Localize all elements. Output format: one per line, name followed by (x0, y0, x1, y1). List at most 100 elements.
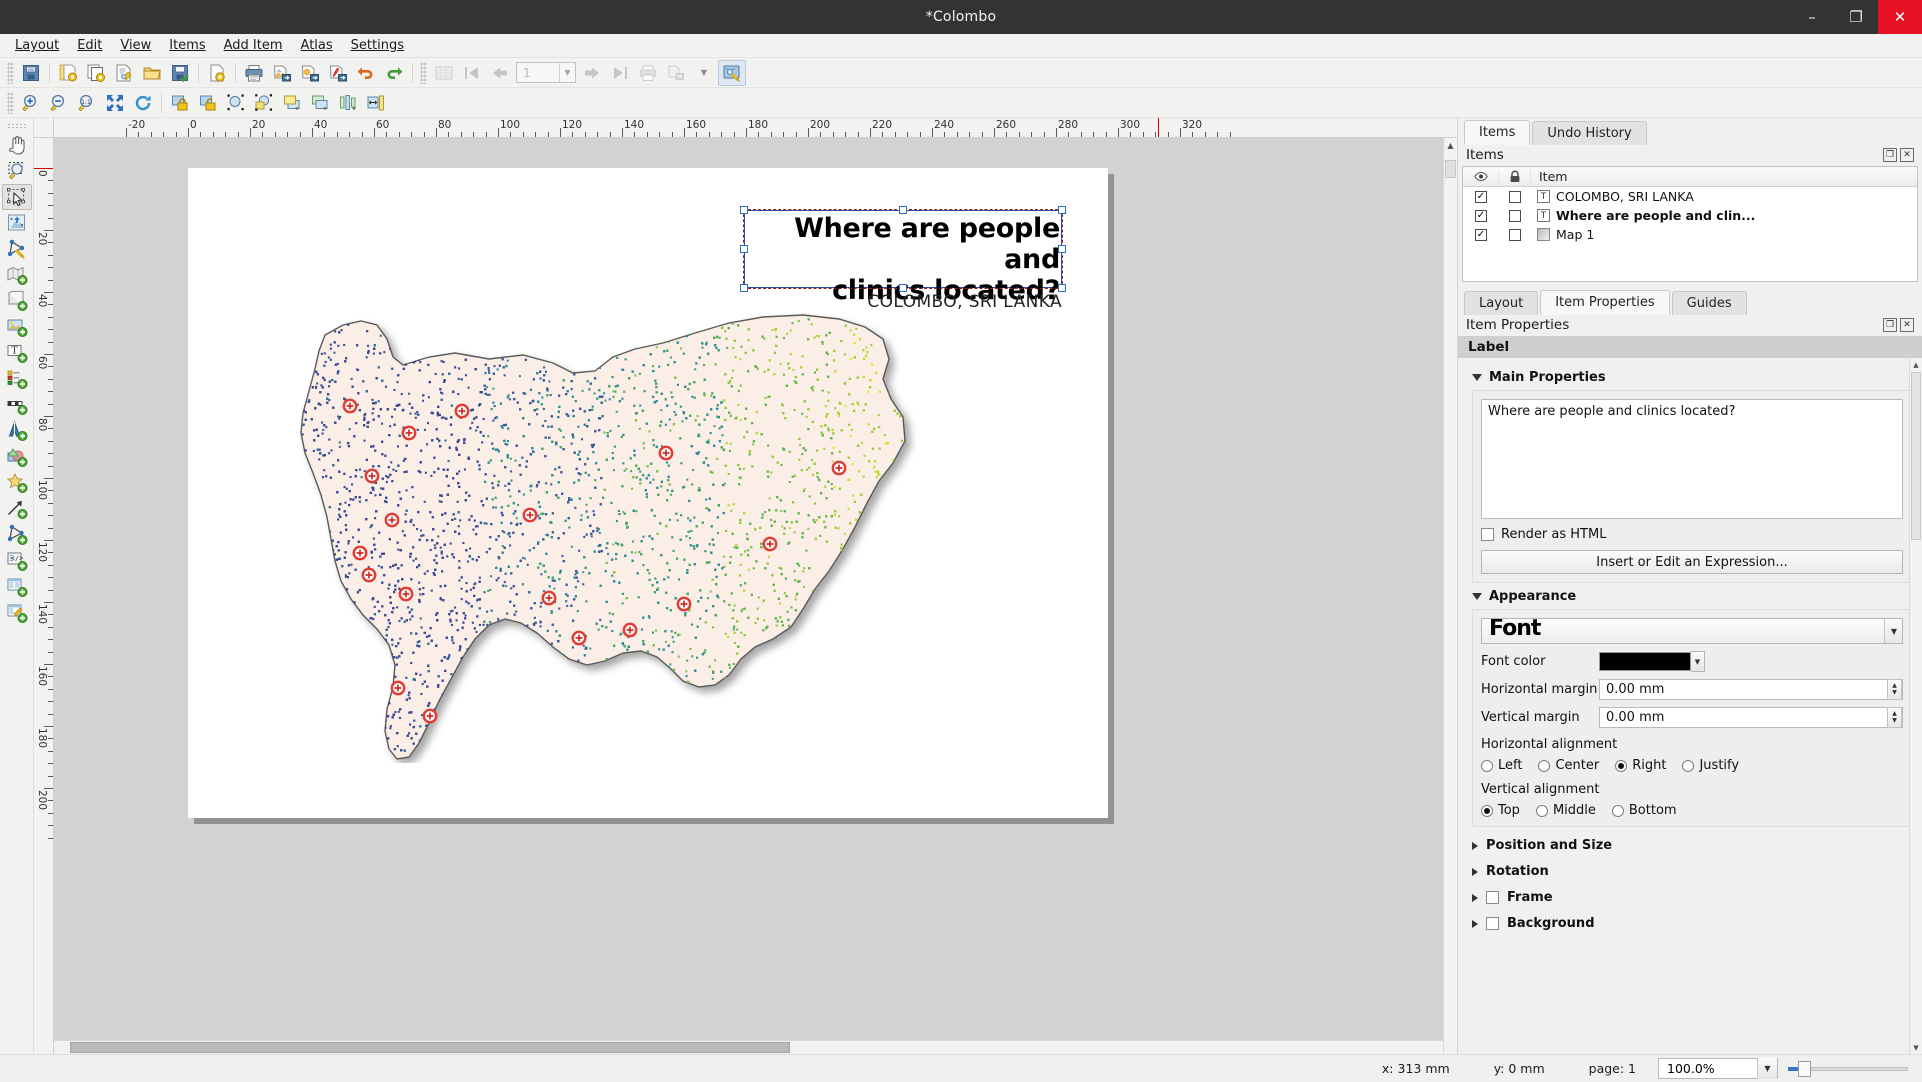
add-node-item-button[interactable] (2, 522, 32, 548)
atlas-last-feature-button[interactable] (606, 60, 634, 86)
add-3d-map-button[interactable] (2, 288, 32, 314)
atlas-toolbar-grip[interactable] (420, 61, 427, 84)
refresh-view-button[interactable] (129, 90, 157, 116)
population-dot (306, 573, 309, 576)
layout-manager-icon (116, 64, 132, 81)
population-dot (908, 665, 910, 667)
nav-toolbar-grip[interactable] (7, 91, 14, 114)
population-dot (545, 326, 548, 329)
population-dot (692, 325, 695, 328)
export-image-button[interactable] (268, 60, 296, 86)
zoom-actual-size-button[interactable]: 1:1 (73, 90, 101, 116)
move-item-content-button[interactable] (2, 210, 32, 236)
zoom-full-button[interactable] (101, 90, 129, 116)
zoom-out-button[interactable] (45, 90, 73, 116)
population-dot (802, 489, 805, 492)
population-dot (463, 468, 466, 471)
unlock-items-button[interactable] (194, 90, 222, 116)
pan-layout-button[interactable] (2, 132, 32, 158)
population-dot (315, 716, 318, 719)
add-manual-table-button[interactable] (2, 600, 32, 626)
zoom-in-button[interactable] (17, 90, 45, 116)
population-dot (852, 700, 855, 703)
add-legend-button[interactable] (2, 366, 32, 392)
atlas-export-button[interactable] (662, 60, 690, 86)
menu-atlas[interactable]: Atlas (292, 35, 342, 56)
layout-canvas[interactable]: Where are people and clinics located? CO… (54, 138, 1457, 1054)
close-button[interactable]: ✕ (1878, 0, 1922, 34)
menu-view[interactable]: View (111, 35, 160, 56)
horizontal-ruler[interactable]: -20 0 20 40 60 80 100 120 140 160 180 200 220 240 260 2… (54, 118, 1457, 138)
add-attribute-table-button[interactable] (2, 574, 32, 600)
toolbar-grip[interactable] (7, 61, 14, 84)
population-dot (655, 701, 658, 704)
open-layout-button[interactable] (138, 60, 166, 86)
menu-edit[interactable]: Edit (68, 35, 111, 56)
add-node-item-icon (7, 524, 27, 545)
layout-manager-button[interactable] (110, 60, 138, 86)
distribute-items-button[interactable] (362, 90, 390, 116)
vertical-ruler[interactable]: 0 20 40 60 80 100 120 140 160 180 200 (34, 138, 54, 1054)
population-dot (444, 439, 447, 442)
raise-items-button[interactable] (278, 90, 306, 116)
population-dot (906, 704, 908, 706)
duplicate-layout-button[interactable] (82, 60, 110, 86)
menu-settings[interactable]: Settings (342, 35, 413, 56)
population-dot (894, 725, 897, 728)
population-dot (797, 752, 800, 755)
atlas-settings-button[interactable] (718, 59, 746, 86)
atlas-next-feature-button[interactable] (578, 60, 606, 86)
atlas-feature-spinbox[interactable]: 1 ▼ (516, 62, 576, 83)
lock-items-button[interactable] (166, 90, 194, 116)
population-dot (311, 635, 314, 638)
add-html-button[interactable]: </> (2, 548, 32, 574)
atlas-dropdown[interactable]: ▼ (690, 60, 718, 86)
population-dot (312, 512, 315, 515)
add-arrow-button[interactable] (2, 496, 32, 522)
population-dot (856, 746, 859, 749)
atlas-previous-feature-button[interactable] (486, 60, 514, 86)
population-dot (470, 716, 473, 719)
atlas-print-button[interactable] (634, 60, 662, 86)
maximize-button[interactable]: ❐ (1834, 0, 1878, 34)
left-toolbar-grip[interactable] (6, 123, 27, 130)
atlas-first-feature-button[interactable] (458, 60, 486, 86)
layout-page[interactable]: Where are people and clinics located? CO… (188, 168, 1108, 819)
redo-button[interactable] (380, 60, 408, 86)
add-picture-button[interactable] (2, 314, 32, 340)
add-marker-button[interactable] (2, 470, 32, 496)
align-items-button[interactable] (334, 90, 362, 116)
export-pdf-button[interactable] (324, 60, 352, 86)
atlas-preview-button[interactable] (430, 60, 458, 86)
save-project-button[interactable] (17, 60, 45, 86)
menu-layout[interactable]: Layout (6, 35, 68, 56)
zoom-tool-button[interactable] (2, 158, 32, 184)
lower-items-button[interactable] (306, 90, 334, 116)
population-dot (380, 692, 383, 695)
add-shape-button[interactable] (2, 444, 32, 470)
export-svg-button[interactable] (296, 60, 324, 86)
minimize-button[interactable]: – (1790, 0, 1834, 34)
menu-items[interactable]: Items (160, 35, 214, 56)
layout-properties-button[interactable] (203, 60, 231, 86)
add-map-button[interactable] (2, 262, 32, 288)
ungroup-items-button[interactable] (250, 90, 278, 116)
group-items-button[interactable] (222, 90, 250, 116)
map-item[interactable] (243, 313, 983, 819)
add-label-button[interactable]: T (2, 340, 32, 366)
add-north-arrow-button[interactable] (2, 418, 32, 444)
edit-nodes-button[interactable] (2, 236, 32, 262)
population-dot (591, 405, 594, 408)
select-move-item-button[interactable] (1, 184, 32, 210)
ruler-minor-tick (733, 132, 735, 137)
save-layout-button[interactable] (166, 60, 194, 86)
population-dot (310, 661, 313, 664)
add-scalebar-button[interactable] (2, 392, 32, 418)
print-button[interactable] (240, 60, 268, 86)
new-layout-button[interactable] (54, 60, 82, 86)
undo-button[interactable] (352, 60, 380, 86)
menu-add-item[interactable]: Add Item (215, 35, 292, 56)
population-dot (663, 732, 666, 735)
chevron-down-icon[interactable]: ▼ (559, 63, 575, 82)
population-dot (519, 702, 522, 705)
